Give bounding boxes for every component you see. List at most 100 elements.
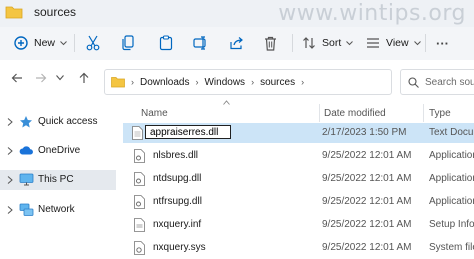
breadcrumb-separator: ›	[251, 77, 255, 87]
clipboard-icon	[159, 35, 173, 51]
document-icon	[132, 126, 143, 140]
column-header-date[interactable]: Date modified	[324, 104, 386, 122]
nav-label: Network	[38, 204, 75, 215]
table-row[interactable]: 2/17/2023 1:50 PM Text Docum	[123, 123, 474, 143]
file-type: Text Docum	[429, 127, 474, 138]
new-button[interactable]: New	[14, 33, 67, 53]
chevron-right-icon[interactable]	[7, 176, 13, 184]
folder-icon	[5, 6, 23, 19]
table-row[interactable]: nxquery.sys 9/25/2022 12:01 AM System fi…	[123, 238, 474, 258]
nav-item-onedrive[interactable]: OneDrive	[0, 141, 116, 161]
system-file-icon	[134, 241, 145, 255]
chevron-right-icon[interactable]	[7, 206, 13, 214]
address-row: › Downloads › Windows › sources › Search…	[0, 60, 474, 100]
rename-button[interactable]	[193, 33, 209, 53]
view-button[interactable]: View	[366, 33, 421, 53]
nav-label: This PC	[38, 174, 74, 185]
navigation-pane: Quick access OneDrive This PC Network	[0, 100, 118, 259]
search-placeholder: Search sour	[425, 76, 474, 88]
table-row[interactable]: ntdsupg.dll 9/25/2022 12:01 AM Applicati…	[123, 169, 474, 189]
folder-icon	[111, 77, 125, 88]
table-row[interactable]: ntfrsupg.dll 9/25/2022 12:01 AM Applicat…	[123, 192, 474, 212]
file-date: 2/17/2023 1:50 PM	[322, 127, 407, 138]
toolbar-divider	[425, 34, 426, 52]
file-date: 9/25/2022 12:01 AM	[322, 150, 412, 161]
view-button-label: View	[386, 37, 409, 49]
chevron-right-icon[interactable]	[7, 147, 13, 155]
plus-icon	[14, 36, 28, 50]
file-name: nxquery.sys	[153, 242, 206, 253]
file-name: nlsbres.dll	[153, 150, 199, 161]
nav-item-this-pc[interactable]: This PC	[0, 170, 116, 190]
toolbar-divider	[74, 34, 75, 52]
copy-icon	[122, 35, 134, 51]
file-date: 9/25/2022 12:01 AM	[322, 242, 412, 253]
scissors-icon	[86, 35, 100, 51]
chevron-down-icon[interactable]	[56, 75, 64, 81]
more-options-button[interactable]: ···	[436, 33, 449, 53]
nav-item-network[interactable]: Network	[0, 200, 116, 220]
table-row[interactable]: nlsbres.dll 9/25/2022 12:01 AM Applicati…	[123, 146, 474, 166]
up-arrow-icon[interactable]	[78, 72, 90, 84]
nav-label: Quick access	[38, 116, 98, 127]
paste-button[interactable]	[159, 33, 173, 53]
file-name: nxquery.inf	[153, 219, 202, 230]
column-divider[interactable]	[319, 104, 320, 122]
chevron-down-icon	[413, 40, 421, 45]
file-type: Application	[429, 150, 474, 161]
window-title: sources	[34, 5, 77, 19]
file-list: Name Date modified Type 2/17/2023 1:50 P…	[118, 100, 474, 259]
file-date: 9/25/2022 12:01 AM	[322, 219, 412, 230]
chevron-down-icon	[60, 40, 67, 45]
copy-button[interactable]	[121, 33, 135, 53]
chevron-up-icon	[223, 100, 230, 105]
file-date: 9/25/2022 12:01 AM	[322, 196, 412, 207]
file-name: ntdsupg.dll	[153, 173, 202, 184]
rename-input[interactable]	[145, 125, 231, 139]
sort-button-label: Sort	[322, 37, 342, 49]
rename-icon	[193, 36, 206, 50]
file-name: ntfrsupg.dll	[153, 196, 202, 207]
new-button-label: New	[34, 37, 56, 49]
share-icon	[230, 37, 243, 50]
trash-icon	[265, 36, 276, 51]
nav-label: OneDrive	[38, 145, 81, 156]
column-divider[interactable]	[423, 104, 424, 122]
toolbar-divider	[292, 34, 293, 52]
dll-file-icon	[134, 172, 145, 186]
table-row[interactable]: nxquery.inf 9/25/2022 12:01 AM Setup Inf…	[123, 215, 474, 235]
file-date: 9/25/2022 12:01 AM	[322, 173, 412, 184]
file-type: Application	[429, 173, 474, 184]
view-list-icon	[367, 38, 379, 48]
breadcrumb-downloads[interactable]: Downloads	[140, 77, 189, 88]
forward-arrow-icon[interactable]	[35, 72, 47, 84]
network-icon	[19, 203, 34, 216]
back-arrow-icon[interactable]	[11, 72, 23, 84]
breadcrumb-separator: ›	[301, 77, 305, 87]
cut-button[interactable]	[86, 33, 100, 53]
chevron-down-icon	[346, 40, 354, 45]
dll-file-icon	[134, 149, 145, 163]
breadcrumb-windows[interactable]: Windows	[204, 77, 245, 88]
sort-button[interactable]: Sort	[302, 33, 354, 53]
search-box[interactable]: Search sour	[400, 69, 474, 95]
breadcrumb-separator: ›	[131, 77, 134, 87]
sort-icon	[303, 37, 315, 49]
setup-file-icon	[134, 218, 145, 232]
cloud-icon	[19, 146, 33, 155]
computer-icon	[19, 173, 34, 186]
nav-item-quick-access[interactable]: Quick access	[0, 112, 116, 132]
command-bar: New Sort View ···	[0, 27, 474, 61]
watermark: www.wintips.org	[278, 1, 466, 26]
file-type: Application	[429, 196, 474, 207]
address-bar[interactable]: › Downloads › Windows › sources ›	[104, 69, 392, 95]
share-button[interactable]	[229, 33, 244, 53]
file-type: Setup Infor	[429, 219, 474, 230]
column-header-type[interactable]: Type	[429, 104, 451, 122]
column-header-name[interactable]: Name	[141, 104, 168, 122]
breadcrumb-separator: ›	[195, 77, 199, 87]
dll-file-icon	[134, 195, 145, 209]
breadcrumb-sources[interactable]: sources	[260, 77, 295, 88]
chevron-right-icon[interactable]	[7, 118, 13, 126]
delete-button[interactable]	[264, 33, 277, 53]
